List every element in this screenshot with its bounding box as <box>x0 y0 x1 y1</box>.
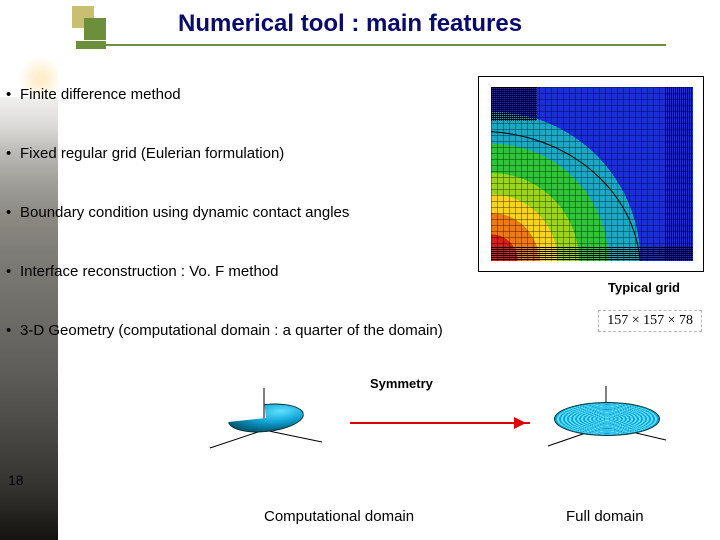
typical-grid-label: Typical grid <box>608 280 680 295</box>
grid-frame <box>478 76 704 272</box>
bullet-item: Finite difference method <box>6 86 456 103</box>
bullet-item: 3-D Geometry (computational domain : a q… <box>6 322 456 339</box>
axis-3d-icon <box>200 382 330 454</box>
bullet-list: Finite difference method Fixed regular g… <box>6 86 456 339</box>
quarter-domain-figure <box>200 382 330 454</box>
caption-full-domain: Full domain <box>566 508 644 525</box>
bullet-item: Boundary condition using dynamic contact… <box>6 204 456 221</box>
symmetry-label: Symmetry <box>370 376 433 391</box>
full-disk <box>554 402 660 436</box>
full-domain-figure <box>540 382 670 454</box>
symmetry-row: Symmetry <box>200 370 700 460</box>
grid-refine-topleft <box>491 87 537 121</box>
grid-refine-right <box>665 87 693 261</box>
title-underline <box>106 44 666 46</box>
typical-grid-figure <box>478 76 704 272</box>
bullet-item: Fixed regular grid (Eulerian formulation… <box>6 145 456 162</box>
bullet-item: Interface reconstruction : Vo. F method <box>6 263 456 280</box>
slide-number: 18 <box>8 472 24 488</box>
caption-computational-domain: Computational domain <box>264 508 414 525</box>
grid-heatmap <box>491 87 693 261</box>
arrow-right-icon <box>350 422 530 424</box>
slide-title: Numerical tool : main features <box>178 10 522 38</box>
grid-dimensions: 157 × 157 × 78 <box>598 310 702 332</box>
title-bar: Numerical tool : main features <box>58 4 720 52</box>
title-accent-square-2 <box>84 18 106 40</box>
